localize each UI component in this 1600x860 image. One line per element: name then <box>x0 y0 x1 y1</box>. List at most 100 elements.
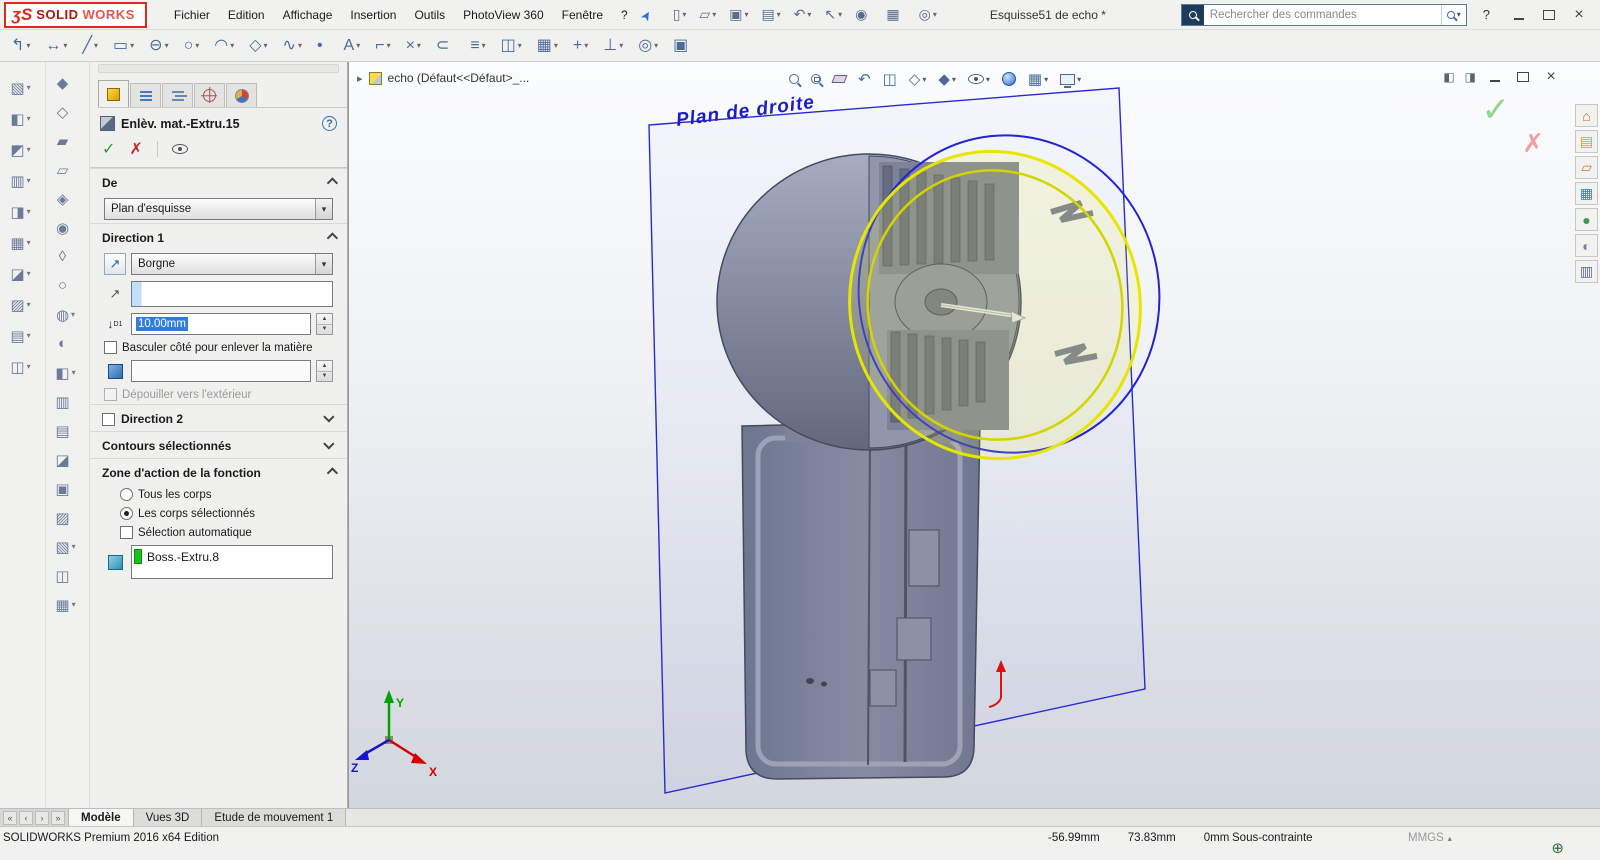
help-button[interactable]: ? <box>1477 7 1496 22</box>
confirmation-corner-ok-icon[interactable] <box>1482 90 1511 130</box>
preview-eye-icon[interactable] <box>172 144 188 154</box>
deselect-icon[interactable] <box>833 75 846 83</box>
quick-snaps-icon[interactable]: ◎▾ <box>633 33 666 59</box>
file-properties-icon[interactable]: ▦ <box>882 3 912 26</box>
sketch-picture-icon[interactable]: ▣ <box>668 33 702 59</box>
display-style-icon[interactable]: ◆▾ <box>938 70 956 88</box>
menu-fenetre[interactable]: Fenêtre <box>553 3 612 27</box>
zoom-fit-icon[interactable] <box>789 74 799 84</box>
revolved-cut-icon[interactable]: ◊ <box>46 242 88 271</box>
arc-icon[interactable]: ◠▾ <box>209 33 242 59</box>
motion-next-button[interactable]: › <box>35 811 49 825</box>
previous-view-icon[interactable]: ↶ <box>858 70 871 88</box>
motion-first-button[interactable]: « <box>3 811 17 825</box>
view-orientation-icon[interactable]: ◇▾ <box>909 70 927 88</box>
extruded-boss-icon[interactable]: ◆ <box>46 68 88 97</box>
dimxpert-flyout-icon[interactable]: ▨▾ <box>0 289 44 320</box>
motion-prev-button[interactable]: ‹ <box>19 811 33 825</box>
tab-displaymanager[interactable] <box>226 83 257 107</box>
helix-icon[interactable]: ▦▾ <box>46 590 88 619</box>
draft-angle-input[interactable] <box>131 360 311 382</box>
straight-slot-icon[interactable]: ⊖▾ <box>144 33 176 59</box>
help-icon[interactable]: ? <box>322 116 337 131</box>
bodies-listbox[interactable]: Boss.-Extru.8 <box>131 545 333 579</box>
swept-cut-icon[interactable]: ○ <box>46 271 88 300</box>
linear-sketch-pattern-icon[interactable]: ▦▾ <box>532 33 566 59</box>
corner-rectangle-icon[interactable]: ▭▾ <box>108 33 142 59</box>
tab-configurationmanager[interactable] <box>162 83 193 107</box>
menu-photoview-360[interactable]: PhotoView 360 <box>454 3 553 27</box>
file-explorer-icon[interactable]: ▱ <box>1575 156 1598 179</box>
menu-outils[interactable]: Outils <box>405 3 454 27</box>
move-entities-icon[interactable]: +▾ <box>568 33 596 59</box>
tab-modele[interactable]: Modèle <box>69 809 134 826</box>
options-icon[interactable]: ◎▾ <box>915 3 944 26</box>
direction-reference-field[interactable] <box>131 281 333 307</box>
minimize-button[interactable] <box>1506 5 1532 25</box>
units-selector[interactable]: MMGS <box>1408 832 1452 844</box>
reference-geometry-flyout-icon[interactable]: ◫▾ <box>0 351 44 382</box>
weldments-flyout-icon[interactable]: ◨▾ <box>0 196 44 227</box>
depth-spinner[interactable]: ▲▼ <box>316 313 333 335</box>
doc-restore-button[interactable] <box>1514 70 1532 84</box>
line-icon[interactable]: ╱▾ <box>77 33 106 59</box>
selected-bodies-radio[interactable] <box>120 507 133 520</box>
wrap-icon[interactable]: ▣ <box>46 474 88 503</box>
swept-boss-icon[interactable]: ▰ <box>46 126 88 155</box>
tab-featuremanager[interactable] <box>130 83 161 107</box>
rebuild-icon[interactable]: ◉ <box>851 3 880 26</box>
text-icon[interactable]: A▾ <box>339 33 369 59</box>
new-document-icon[interactable]: ▯▾ <box>669 3 694 26</box>
evaluate-flyout-icon[interactable]: ◪▾ <box>0 258 44 289</box>
depth-input[interactable]: 10.00mm <box>131 313 311 335</box>
circle-icon[interactable]: ○▾ <box>179 33 208 59</box>
group-feature-scope[interactable]: Zone d'action de la fonction <box>90 458 347 485</box>
offset-entities-icon[interactable]: ≡▾ <box>465 33 493 59</box>
scene-icon[interactable]: ◐ <box>1575 234 1598 257</box>
exit-sketch-icon[interactable]: ↰▾ <box>6 33 38 59</box>
doc-minimize-button[interactable] <box>1486 70 1504 84</box>
draft-spinner[interactable]: ▲▼ <box>316 360 333 382</box>
menu-fichier[interactable]: Fichier <box>165 3 219 27</box>
extruded-cut-icon[interactable]: ◈ <box>46 184 88 213</box>
point-icon[interactable]: • <box>312 33 337 59</box>
convert-entities-icon[interactable]: ⊂ <box>431 33 463 59</box>
hole-wizard-icon[interactable]: ◉ <box>46 213 88 242</box>
revolved-boss-icon[interactable]: ◇ <box>46 97 88 126</box>
undo-icon[interactable]: ↶▾ <box>790 3 819 26</box>
cancel-button[interactable] <box>129 139 142 159</box>
split-pane-left-icon[interactable]: ◧ <box>1443 70 1454 84</box>
mold-tools-flyout-icon[interactable]: ▦▾ <box>0 227 44 258</box>
reference-plane-icon[interactable]: ◫ <box>46 561 88 590</box>
sketch-fillet-icon[interactable]: ⌐▾ <box>370 33 398 59</box>
flip-side-checkbox[interactable] <box>104 341 117 354</box>
maximize-button[interactable] <box>1536 5 1562 25</box>
dome-icon[interactable]: ▨ <box>46 503 88 532</box>
from-combo[interactable]: Plan d'esquisse <box>104 198 333 220</box>
search-button[interactable]: ▾ <box>1441 5 1466 25</box>
tab-etude-de-mouvement[interactable]: Etude de mouvement 1 <box>202 809 346 826</box>
rib-icon[interactable]: ◪ <box>46 445 88 474</box>
scope-body-item[interactable]: Boss.-Extru.8 <box>134 548 330 565</box>
surfaces-flyout-icon[interactable]: ◩▾ <box>0 134 44 165</box>
group-direction2[interactable]: Direction 2 <box>90 404 347 431</box>
split-pane-right-icon[interactable]: ◨ <box>1465 70 1476 84</box>
motion-last-button[interactable]: » <box>51 811 65 825</box>
search-input[interactable] <box>1204 6 1441 24</box>
zoom-area-icon[interactable] <box>811 74 821 84</box>
sheet-metal-flyout-icon[interactable]: ▥▾ <box>0 165 44 196</box>
hide-show-items-icon[interactable]: ▾ <box>968 74 990 84</box>
task-pane-home-icon[interactable]: ⌂ <box>1575 104 1598 127</box>
display-relations-icon[interactable]: ⊥▾ <box>598 33 631 59</box>
sketch-flyout-icon[interactable]: ▧▾ <box>0 72 44 103</box>
tab-vues-3d[interactable]: Vues 3D <box>134 809 203 826</box>
menu-aide[interactable]: ? <box>612 3 637 27</box>
trim-entities-icon[interactable]: ×▾ <box>401 33 429 59</box>
lofted-boss-icon[interactable]: ▱ <box>46 155 88 184</box>
custom-properties-icon[interactable]: ▥ <box>1575 260 1598 283</box>
shell-icon[interactable]: ▤ <box>46 416 88 445</box>
section-view-icon[interactable]: ◫ <box>883 70 897 88</box>
edit-appearance-icon[interactable] <box>1002 72 1016 86</box>
tab-dimxpertmanager[interactable] <box>194 83 225 107</box>
fillet-icon[interactable]: ◍▾ <box>46 300 88 329</box>
